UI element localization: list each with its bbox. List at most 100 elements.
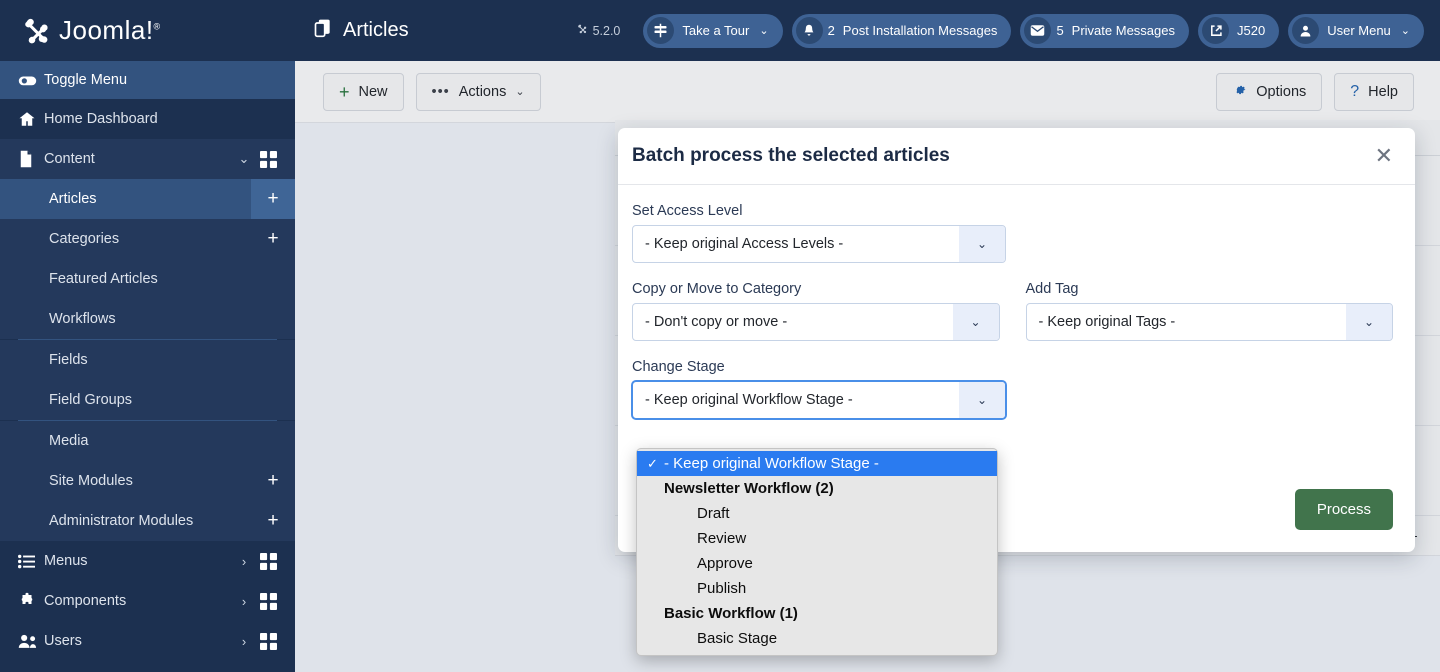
form-row: Copy or Move to Category - Don't copy or… <box>632 281 1393 341</box>
add-admin-module-icon[interactable]: + <box>251 501 295 541</box>
chevron-right-icon[interactable]: › <box>233 594 255 609</box>
sidebar-item-label: Components <box>44 593 127 609</box>
page-title: Articles <box>313 18 409 44</box>
sidebar-item-label: Media <box>49 433 89 449</box>
new-button[interactable]: + New <box>323 72 404 111</box>
sidebar-item-label: Site Modules <box>49 473 133 489</box>
field-label: Change Stage <box>632 359 725 375</box>
private-messages-button[interactable]: 5 Private Messages <box>1020 13 1189 48</box>
toggle-icon <box>18 71 44 90</box>
sidebar-item-categories[interactable]: Categories + <box>0 219 295 259</box>
tag-select[interactable]: - Keep original Tags - ⌄ <box>1025 303 1393 341</box>
sidebar-item-content[interactable]: Content ⌄ <box>0 139 295 179</box>
field-add-tag: Add Tag - Keep original Tags - ⌄ <box>1025 281 1393 341</box>
dropdown-option-draft[interactable]: Draft <box>637 501 997 526</box>
dropdown-option-label: Review <box>697 530 747 547</box>
top-header: Articles 5.2.0 Take a Tour ⌄ 2 Post Inst… <box>295 0 1440 61</box>
dropdown-option-publish[interactable]: Publish <box>637 576 997 601</box>
chevron-right-icon[interactable]: › <box>233 634 255 649</box>
chevron-down-icon: ⌄ <box>1346 304 1392 340</box>
dropdown-option-keep-original[interactable]: ✓ - Keep original Workflow Stage - <box>637 451 997 476</box>
close-icon[interactable]: ✕ <box>1375 145 1393 167</box>
post-installation-messages-button[interactable]: 2 Post Installation Messages <box>791 13 1012 48</box>
version-text: 5.2.0 <box>592 23 621 38</box>
sidebar-item-components[interactable]: Components › <box>0 581 295 621</box>
sidebar-item-home-dashboard[interactable]: Home Dashboard <box>0 99 295 139</box>
sidebar-item-field-groups[interactable]: Field Groups <box>0 380 295 420</box>
joomla-logo-icon <box>20 16 50 46</box>
joomla-version: 5.2.0 <box>576 23 621 38</box>
category-select[interactable]: - Don't copy or move - ⌄ <box>632 303 1000 341</box>
chevron-down-icon: ⌄ <box>759 25 769 37</box>
brand-text: Joomla!® <box>59 15 161 45</box>
sidebar-item-label: Workflows <box>49 311 116 327</box>
sidebar-item-users[interactable]: Users › <box>0 621 295 661</box>
add-article-icon[interactable]: + <box>251 179 295 219</box>
user-menu-button[interactable]: User Menu ⌄ <box>1288 13 1424 48</box>
modal-footer: Process <box>1294 489 1393 530</box>
sidebar-item-site-modules[interactable]: Site Modules + <box>0 461 295 501</box>
main-area: Articles 5.2.0 Take a Tour ⌄ 2 Post Inst… <box>295 0 1440 672</box>
sidebar-item-media[interactable]: Media <box>0 421 295 461</box>
sidebar-item-label: Featured Articles <box>49 271 158 287</box>
sidebar-item-workflows[interactable]: Workflows <box>0 299 295 339</box>
form-row: Change Stage - Keep original Workflow St… <box>632 359 1393 419</box>
change-stage-dropdown[interactable]: ✓ - Keep original Workflow Stage - Newsl… <box>636 448 998 656</box>
visit-site-button[interactable]: J520 <box>1198 13 1280 48</box>
sidebar-item-administrator-modules[interactable]: Administrator Modules + <box>0 501 295 541</box>
puzzle-icon <box>18 592 44 610</box>
field-access-level: Set Access Level - Keep original Access … <box>632 203 1006 263</box>
new-label: New <box>358 83 388 100</box>
dropdown-group-basic-workflow: Basic Workflow (1) <box>637 601 997 626</box>
sidebar-item-label: Users <box>44 633 82 649</box>
dropdown-option-review[interactable]: Review <box>637 526 997 551</box>
sidebar-item-label: Menus <box>44 553 88 569</box>
joomla-mark-icon <box>576 23 588 38</box>
grid-icon[interactable] <box>255 552 281 570</box>
brand-logo[interactable]: Joomla!® <box>0 0 295 61</box>
change-stage-select[interactable]: - Keep original Workflow Stage - ⌄ <box>632 381 1006 419</box>
add-site-module-icon[interactable]: + <box>251 461 295 501</box>
help-button[interactable]: ? Help <box>1334 72 1414 111</box>
sidebar-item-articles[interactable]: Articles + <box>0 179 295 219</box>
tag-value: - Keep original Tags - <box>1038 314 1176 330</box>
access-level-select[interactable]: - Keep original Access Levels - ⌄ <box>632 225 1006 263</box>
help-label: Help <box>1368 83 1398 100</box>
toolbar: + New ••• Actions ⌄ Options ? Help <box>295 61 1440 123</box>
process-button[interactable]: Process <box>1294 489 1393 530</box>
sidebar-item-label: Field Groups <box>49 392 133 408</box>
sidebar-item-label: Categories <box>49 231 120 247</box>
dropdown-option-basic-stage[interactable]: Basic Stage <box>637 626 997 651</box>
category-value: - Don't copy or move - <box>645 314 788 330</box>
ellipsis-icon: ••• <box>431 83 450 100</box>
page-title-text: Articles <box>343 19 409 41</box>
options-button[interactable]: Options <box>1216 72 1323 111</box>
sidebar-item-featured-articles[interactable]: Featured Articles <box>0 259 295 299</box>
sidebar-item-label: Administrator Modules <box>49 513 194 529</box>
sidebar-item-toggle-menu[interactable]: Toggle Menu <box>0 61 295 99</box>
chevron-right-icon[interactable]: › <box>233 554 255 569</box>
dropdown-option-label: Publish <box>697 580 747 597</box>
grid-icon[interactable] <box>255 150 281 168</box>
actions-button[interactable]: ••• Actions ⌄ <box>415 72 541 111</box>
joomla-admin-app: Joomla!® Toggle Menu Home Dashboard Cont… <box>0 0 1440 672</box>
form-row: Set Access Level - Keep original Access … <box>632 203 1393 263</box>
users-icon <box>18 633 44 649</box>
gear-icon <box>1232 82 1247 101</box>
chevron-down-icon[interactable]: ⌄ <box>233 151 255 167</box>
home-icon <box>18 110 44 128</box>
articles-icon <box>313 18 333 44</box>
document-icon <box>18 150 44 168</box>
sidebar-item-fields[interactable]: Fields <box>0 340 295 380</box>
grid-icon[interactable] <box>255 632 281 650</box>
sidebar-item-menus[interactable]: Menus › <box>0 541 295 581</box>
take-a-tour-button[interactable]: Take a Tour ⌄ <box>643 13 783 48</box>
add-category-icon[interactable]: + <box>251 219 295 259</box>
site-label: J520 <box>1237 23 1266 38</box>
modal-title: Batch process the selected articles <box>632 145 950 166</box>
grid-icon[interactable] <box>255 592 281 610</box>
sidebar-item-label: Content <box>44 151 95 167</box>
take-a-tour-label: Take a Tour <box>682 23 750 38</box>
user-icon <box>1292 17 1320 44</box>
dropdown-option-approve[interactable]: Approve <box>637 551 997 576</box>
